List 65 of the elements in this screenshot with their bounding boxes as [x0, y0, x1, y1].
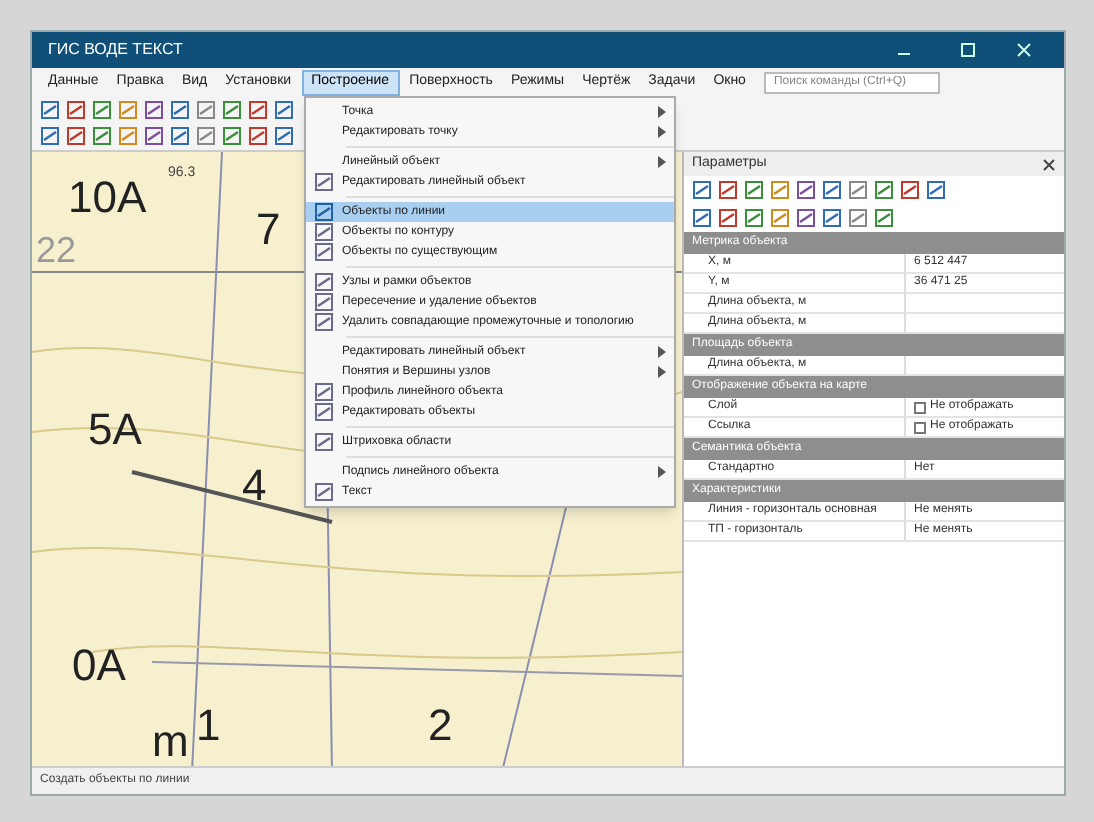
- tool-icon[interactable]: [222, 126, 242, 146]
- map-label: 1: [196, 698, 221, 754]
- tool-icon[interactable]: [144, 126, 164, 146]
- checkbox[interactable]: [914, 421, 926, 433]
- tool-icon[interactable]: [314, 402, 334, 422]
- tool-icon[interactable]: [926, 180, 946, 200]
- tool-icon[interactable]: [770, 180, 790, 200]
- tool-icon[interactable]: [744, 180, 764, 200]
- map-label: 22: [36, 228, 77, 274]
- close-icon[interactable]: [1042, 157, 1056, 171]
- tool-icon[interactable]: [40, 126, 60, 146]
- tool-icon[interactable]: [274, 126, 294, 146]
- submenu-arrow-icon: [658, 156, 666, 168]
- tool-icon[interactable]: [314, 202, 334, 222]
- tool-icon[interactable]: [248, 100, 268, 120]
- tool-icon[interactable]: [144, 100, 164, 120]
- tool-icon[interactable]: [274, 100, 294, 120]
- tool-icon[interactable]: [770, 208, 790, 228]
- tool-icon[interactable]: [40, 100, 60, 120]
- tool-icon[interactable]: [874, 208, 894, 228]
- map-label: 4: [242, 458, 267, 514]
- tool-icon[interactable]: [248, 126, 268, 146]
- tool-icon[interactable]: [796, 208, 816, 228]
- tool-icon[interactable]: [92, 100, 112, 120]
- tool-icon[interactable]: [66, 126, 86, 146]
- window-title: ГИС ВОДЕ ТЕКСТ: [48, 38, 183, 62]
- tool-icon[interactable]: [848, 208, 868, 228]
- tool-icon[interactable]: [196, 100, 216, 120]
- map-label: 10A: [68, 170, 147, 226]
- tool-icon[interactable]: [314, 292, 334, 312]
- tool-icon[interactable]: [314, 432, 334, 452]
- tool-icon[interactable]: [170, 126, 190, 146]
- maximize-icon[interactable]: [960, 42, 976, 58]
- map-label: 0A: [72, 638, 126, 694]
- tool-icon[interactable]: [314, 312, 334, 332]
- tool-icon[interactable]: [314, 382, 334, 402]
- tool-icon[interactable]: [822, 208, 842, 228]
- tool-icon[interactable]: [822, 180, 842, 200]
- map-label: 7: [256, 202, 281, 258]
- tool-icon[interactable]: [222, 100, 242, 120]
- tool-icon[interactable]: [744, 208, 764, 228]
- map-label: m: [152, 714, 189, 766]
- tool-icon[interactable]: [692, 208, 712, 228]
- tool-icon[interactable]: [692, 180, 712, 200]
- tool-icon[interactable]: [92, 126, 112, 146]
- tool-icon[interactable]: [314, 172, 334, 192]
- map-label: 5A: [88, 402, 142, 458]
- tool-icon[interactable]: [718, 208, 738, 228]
- tool-icon[interactable]: [314, 222, 334, 242]
- tool-icon[interactable]: [196, 126, 216, 146]
- tool-icon[interactable]: [66, 100, 86, 120]
- checkbox[interactable]: [914, 401, 926, 413]
- tool-icon[interactable]: [314, 242, 334, 262]
- tool-icon[interactable]: [314, 272, 334, 292]
- tool-icon[interactable]: [900, 180, 920, 200]
- submenu-arrow-icon: [658, 466, 666, 478]
- tool-icon[interactable]: [118, 100, 138, 120]
- tool-icon[interactable]: [170, 100, 190, 120]
- map-label: 2: [428, 698, 453, 754]
- tool-icon[interactable]: [848, 180, 868, 200]
- tool-icon[interactable]: [314, 482, 334, 502]
- tool-icon[interactable]: [796, 180, 816, 200]
- tool-icon[interactable]: [874, 180, 894, 200]
- tool-icon[interactable]: [718, 180, 738, 200]
- tool-icon[interactable]: [118, 126, 138, 146]
